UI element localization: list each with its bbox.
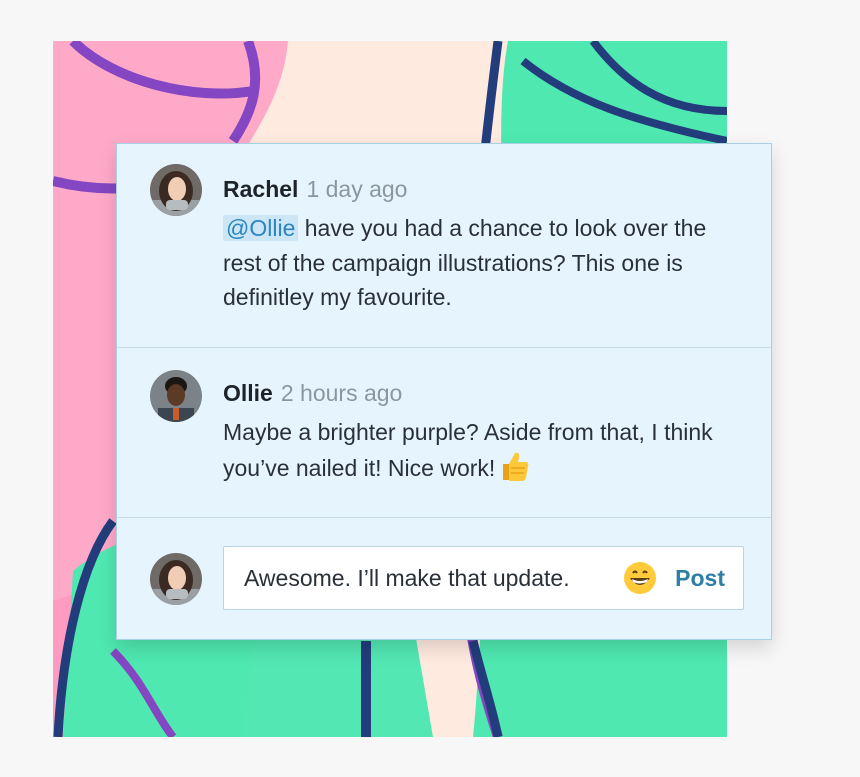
comment-thread-panel: Rachel 1 day ago @Ollie have you had a ch… (116, 143, 772, 640)
mention-link[interactable]: @Ollie (223, 215, 299, 241)
author-name[interactable]: Ollie (223, 380, 273, 406)
comment-body: Maybe a brighter purple? Aside from that… (223, 415, 743, 491)
avatar-ollie[interactable] (150, 370, 202, 422)
reply-input[interactable]: Awesome. I’ll make that update. Post (223, 546, 744, 610)
reply-row: Awesome. I’ll make that update. Post (117, 518, 771, 640)
comment-header: Ollie 2 hours ago (223, 379, 402, 407)
avatar-current-user (150, 553, 202, 605)
comment-header: Rachel 1 day ago (223, 175, 407, 203)
timestamp: 1 day ago (306, 176, 408, 202)
grinning-face-icon (623, 561, 657, 600)
reply-input-value[interactable]: Awesome. I’ll make that update. (244, 564, 570, 592)
timestamp: 2 hours ago (280, 380, 403, 406)
comment-body: @Ollie have you had a chance to look ove… (223, 211, 743, 315)
thumbs-up-icon (499, 450, 529, 492)
comment-text: Maybe a brighter purple? Aside from that… (223, 419, 713, 481)
author-name[interactable]: Rachel (223, 176, 298, 202)
comment-item: Ollie 2 hours ago Maybe a brighter purple… (117, 348, 771, 518)
post-button[interactable]: Post (675, 564, 725, 592)
comment-item: Rachel 1 day ago @Ollie have you had a ch… (117, 144, 771, 348)
avatar-rachel[interactable] (150, 164, 202, 216)
